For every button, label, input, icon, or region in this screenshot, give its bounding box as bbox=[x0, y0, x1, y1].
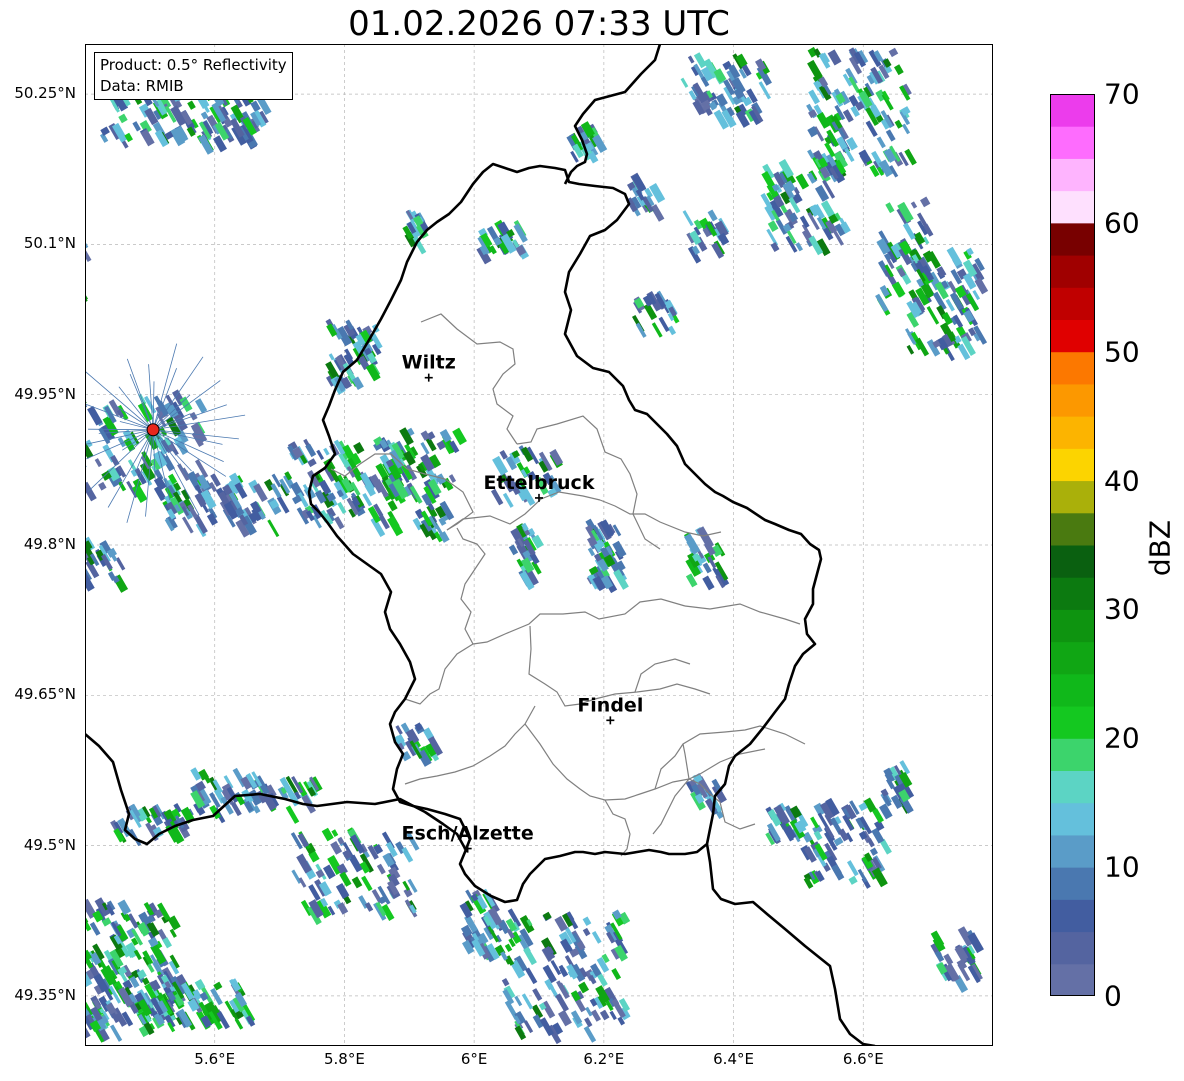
colorbar-segment bbox=[1050, 287, 1095, 320]
colorbar-segment bbox=[1050, 770, 1095, 804]
colorbar-segment bbox=[1050, 126, 1095, 159]
product-label: Product: 0.5° Reflectivity bbox=[100, 56, 287, 74]
colorbar-segment bbox=[1050, 834, 1095, 868]
colorbar-tick-label: 30 bbox=[1104, 592, 1140, 626]
colorbar-segment bbox=[1050, 351, 1095, 385]
lat-tick-label: 49.35°N bbox=[14, 985, 76, 1004]
colorbar-segment bbox=[1050, 383, 1095, 417]
colorbar-segment bbox=[1050, 577, 1095, 610]
colorbar-tick-label: 0 bbox=[1104, 979, 1122, 1013]
colorbar-tick-label: 70 bbox=[1104, 77, 1140, 111]
colorbar-segment bbox=[1050, 738, 1095, 771]
colorbar-segment bbox=[1050, 255, 1095, 288]
colorbar-segment bbox=[1050, 706, 1095, 739]
lon-tick-label: 6.6°E bbox=[842, 1050, 884, 1068]
lat-tick-label: 50.25°N bbox=[14, 84, 76, 103]
lat-tick-label: 49.65°N bbox=[14, 685, 76, 704]
city-label: Ettelbruck bbox=[484, 472, 595, 494]
colorbar-tick-label: 10 bbox=[1104, 850, 1140, 884]
product-info-box: Product: 0.5° Reflectivity Data: RMIB bbox=[94, 52, 293, 100]
lon-tick-label: 5.6°E bbox=[194, 1050, 236, 1068]
colorbar-segment bbox=[1050, 416, 1095, 449]
colorbar-segment bbox=[1050, 319, 1095, 353]
city-label: Wiltz bbox=[402, 352, 456, 374]
lat-tick-label: 50.1°N bbox=[23, 234, 76, 253]
lon-tick-label: 5.8°E bbox=[324, 1050, 365, 1068]
colorbar-segment bbox=[1050, 867, 1095, 900]
colorbar-tick-label: 40 bbox=[1104, 464, 1140, 498]
lon-tick-label: 6°E bbox=[460, 1050, 488, 1068]
colorbar-label: dBZ bbox=[1143, 519, 1177, 577]
colorbar-tick-label: 50 bbox=[1104, 335, 1140, 369]
lat-tick-label: 49.95°N bbox=[14, 384, 76, 403]
colorbar bbox=[1050, 94, 1095, 996]
colorbar-segment bbox=[1050, 545, 1095, 578]
radar-site-marker[interactable] bbox=[146, 423, 160, 437]
lat-tick-label: 49.5°N bbox=[23, 835, 76, 854]
colorbar-segment bbox=[1050, 94, 1095, 127]
colorbar-segment bbox=[1050, 963, 1095, 996]
colorbar-segment bbox=[1050, 673, 1095, 707]
clutter-spoke bbox=[88, 428, 154, 431]
colorbar-segment bbox=[1050, 190, 1095, 224]
lat-tick-label: 49.8°N bbox=[23, 535, 76, 553]
map-title: 01.02.2026 07:33 UTC bbox=[348, 4, 730, 44]
colorbar-segment bbox=[1050, 448, 1095, 482]
colorbar-segment bbox=[1050, 480, 1095, 514]
data-source-label: Data: RMIB bbox=[100, 77, 184, 95]
lon-tick-label: 6.2°E bbox=[583, 1050, 625, 1068]
lon-tick-label: 6.4°E bbox=[713, 1050, 754, 1068]
colorbar-segment bbox=[1050, 899, 1095, 933]
colorbar-tick-label: 20 bbox=[1104, 721, 1140, 755]
radar-map[interactable]: Wiltz Ettelbruck Findel Esch/Alzette bbox=[85, 44, 993, 1046]
colorbar-segment bbox=[1050, 158, 1095, 192]
colorbar-segment bbox=[1050, 641, 1095, 675]
colorbar-tick-label: 60 bbox=[1104, 206, 1140, 240]
colorbar-segment bbox=[1050, 609, 1095, 643]
city-label: Findel bbox=[577, 694, 643, 716]
colorbar-segment bbox=[1050, 222, 1095, 256]
colorbar-segment bbox=[1050, 512, 1095, 546]
city-label: Esch/Alzette bbox=[402, 823, 534, 845]
colorbar-segment bbox=[1050, 802, 1095, 836]
colorbar-segment bbox=[1050, 931, 1095, 965]
